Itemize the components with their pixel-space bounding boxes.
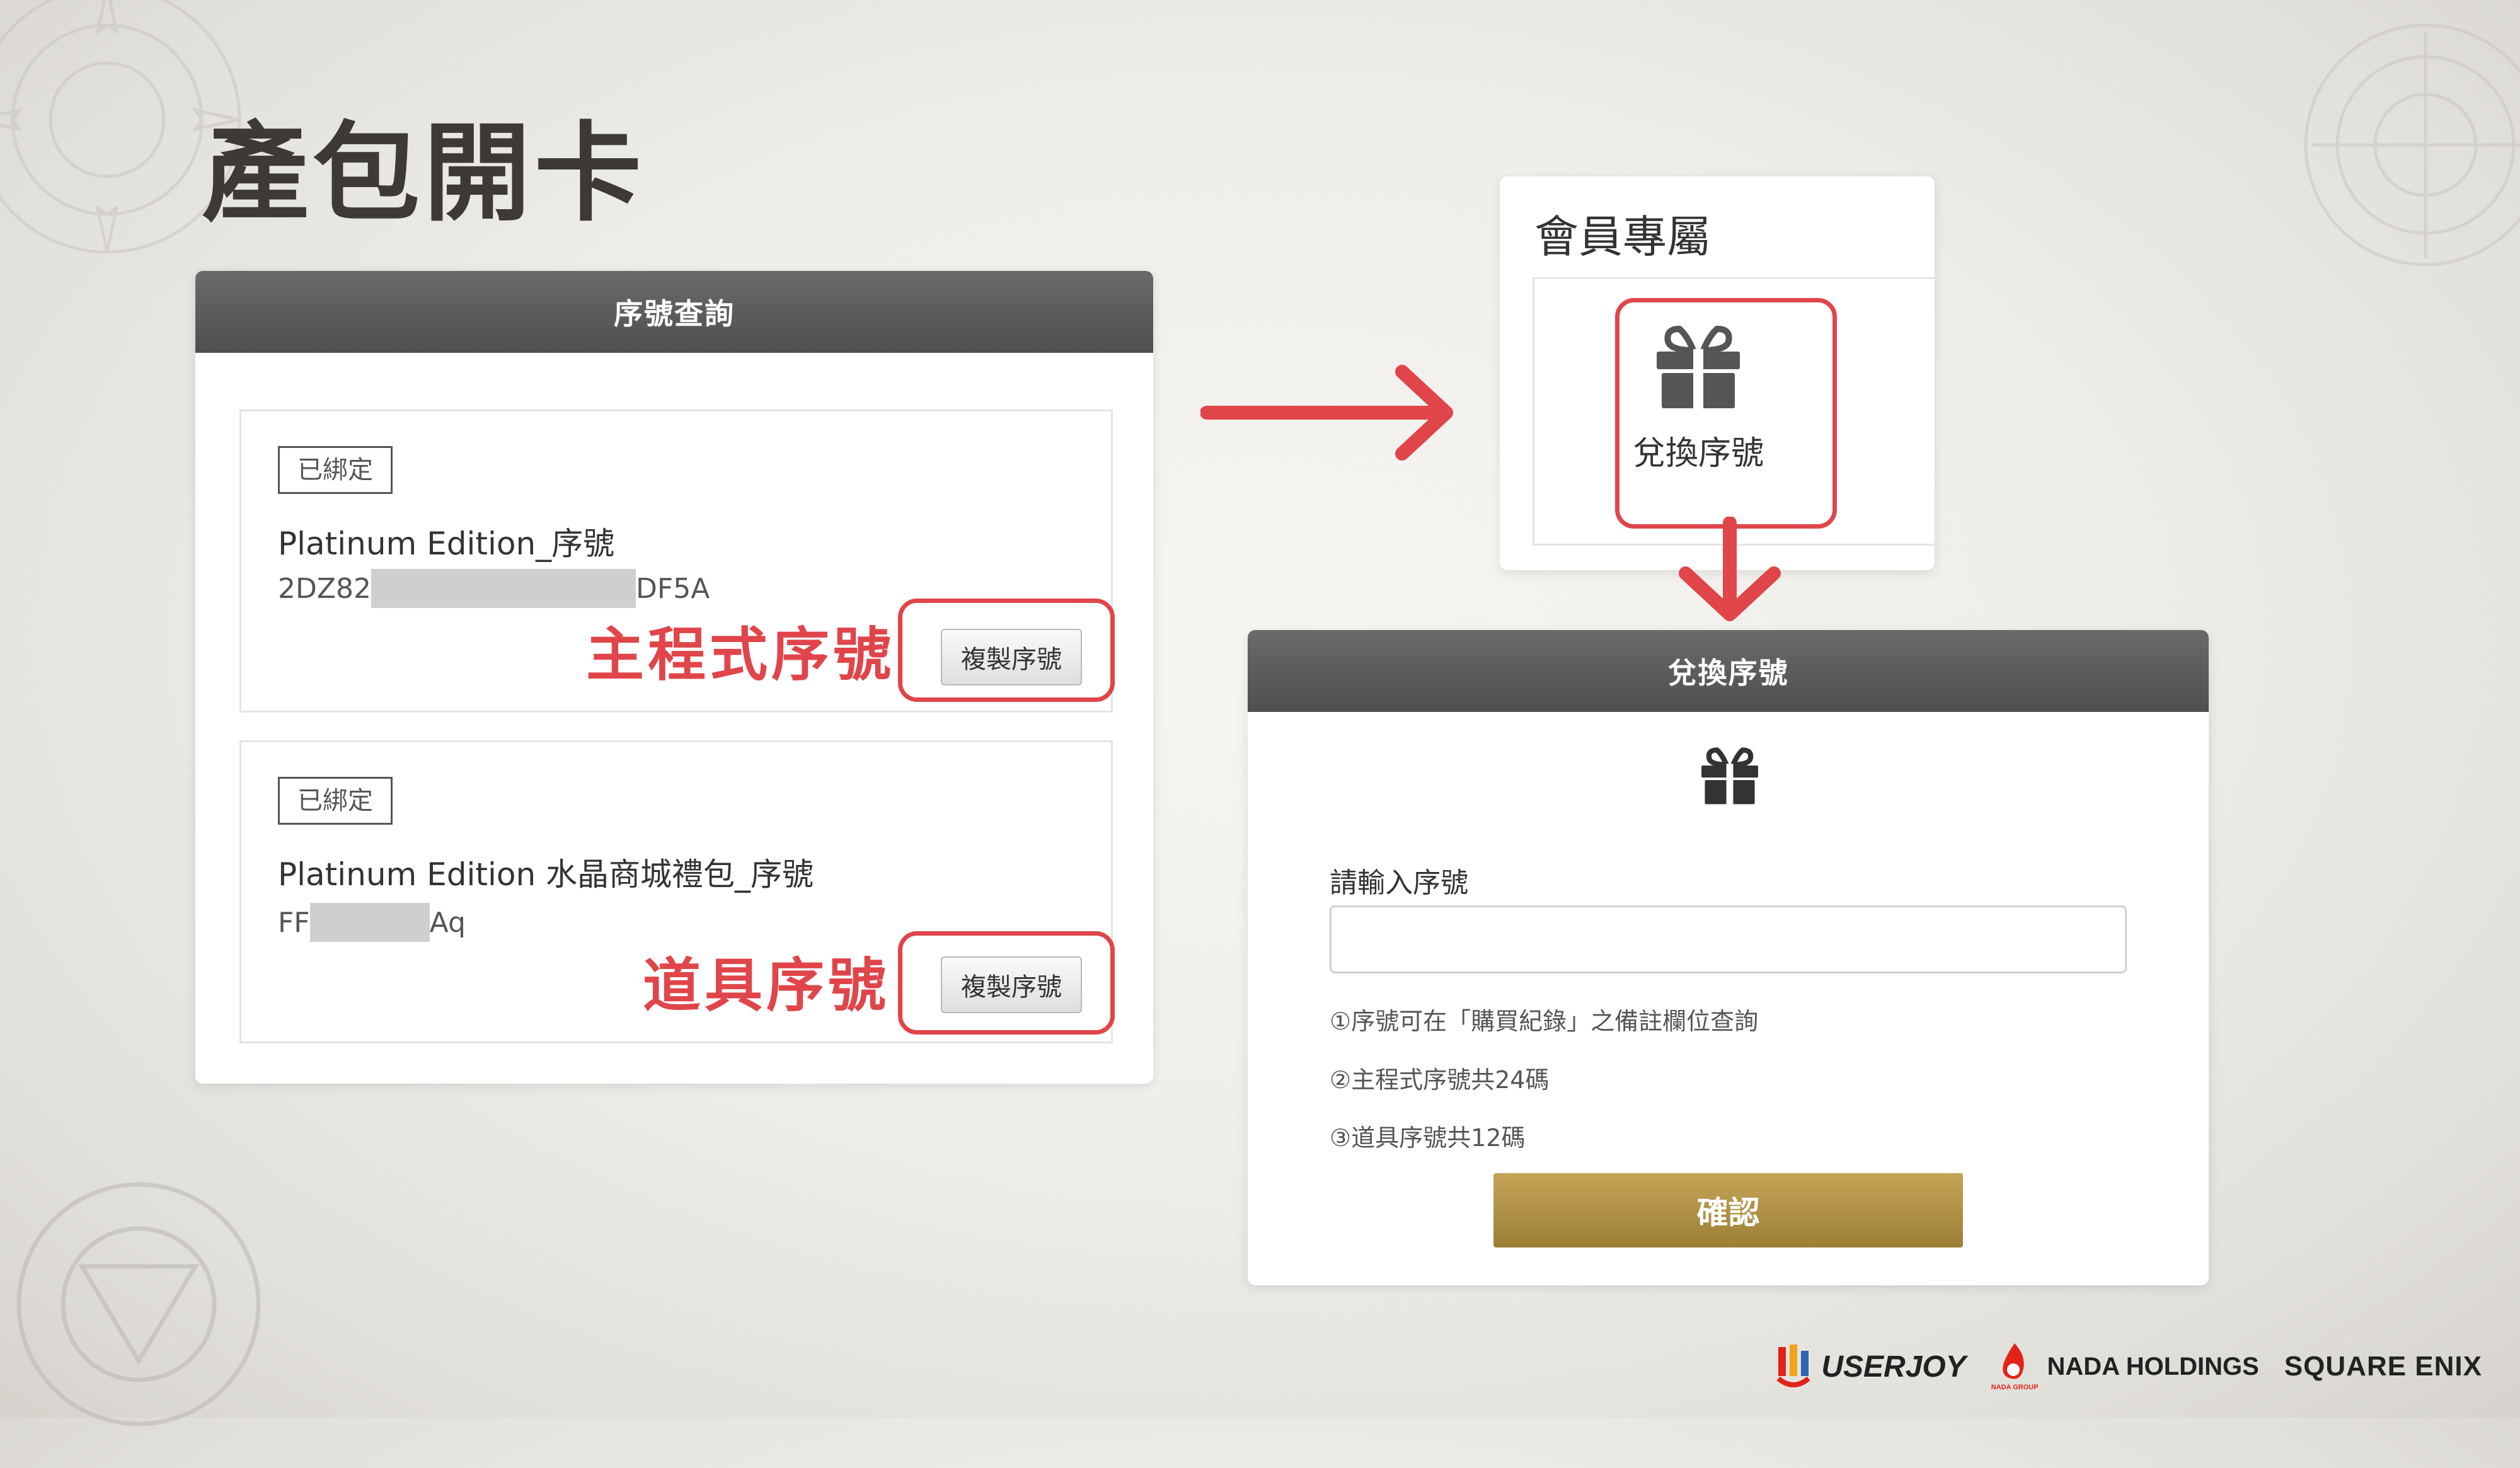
nada-holdings-logo: NADA GROUP NADA HOLDINGS xyxy=(1991,1342,2259,1391)
serial-code-mask xyxy=(371,569,636,608)
serial-input-label: 請輸入序號 xyxy=(1330,867,1468,899)
serial-code-suffix: Aq xyxy=(429,906,466,939)
flame-icon xyxy=(2003,1343,2024,1379)
annotation-item-serial: 道具序號 xyxy=(643,952,890,1019)
square-enix-wordmark: SQUARE ENIX xyxy=(2284,1351,2482,1382)
serial-input[interactable] xyxy=(1330,905,2127,973)
arrow-down-icon xyxy=(1679,517,1781,621)
redeem-serial-header: 兌換序號 xyxy=(1248,630,2209,712)
highlight-frame-copy-main xyxy=(898,599,1115,702)
serial-lookup-header: 序號查詢 xyxy=(195,271,1153,353)
note-main-serial-length: ②主程式序號共24碼 xyxy=(1330,1066,1550,1094)
userjoy-wordmark: USERJOY xyxy=(1821,1350,1966,1384)
serial-item-title: Platinum Edition 水晶商城禮包_序號 xyxy=(278,856,814,893)
member-exclusive-title: 會員專屬 xyxy=(1534,211,1711,263)
bound-tag: 已綁定 xyxy=(278,446,393,494)
serial-code-prefix: 2DZ82 xyxy=(278,572,372,605)
serial-code-prefix: FF xyxy=(278,906,310,939)
serial-code: FF Aq xyxy=(278,903,466,942)
background-ornament-emblem xyxy=(16,1182,261,1426)
serial-code-suffix: DF5A xyxy=(636,572,710,605)
highlight-frame-copy-item xyxy=(898,931,1115,1035)
gift-icon xyxy=(1701,747,1758,805)
note-item-serial-length: ③道具序號共12碼 xyxy=(1330,1124,1526,1152)
background-ornament-compass xyxy=(2304,23,2520,267)
serial-code: 2DZ82 DF5A xyxy=(278,569,710,608)
confirm-button[interactable]: 確認 xyxy=(1493,1173,1963,1247)
note-serial-location: ①序號可在「購買紀錄」之備註欄位查詢 xyxy=(1330,1007,1759,1035)
arrow-right-icon xyxy=(1200,365,1453,461)
serial-item-title: Platinum Edition_序號 xyxy=(278,525,615,562)
annotation-main-serial: 主程式序號 xyxy=(586,621,895,689)
nada-mark: NADA GROUP xyxy=(1991,1342,2039,1391)
slide-title: 產包開卡 xyxy=(202,110,646,236)
userjoy-mark-icon xyxy=(1776,1345,1810,1387)
userjoy-logo: USERJOY xyxy=(1776,1342,1966,1391)
highlight-frame-redeem-shortcut xyxy=(1615,298,1837,529)
serial-code-mask xyxy=(309,903,430,942)
redeem-serial-panel: 兌換序號 請輸入序號 ①序號可在「購買紀錄」之備註欄位查詢 ②主程式序號共24碼… xyxy=(1248,630,2209,1285)
nada-group-caption: NADA GROUP xyxy=(1991,1384,2039,1391)
footer-logos: USERJOY NADA GROUP NADA HOLDINGS SQUARE … xyxy=(1776,1342,2482,1391)
nada-holdings-wordmark: NADA HOLDINGS xyxy=(2047,1352,2259,1380)
bound-tag: 已綁定 xyxy=(278,777,393,825)
